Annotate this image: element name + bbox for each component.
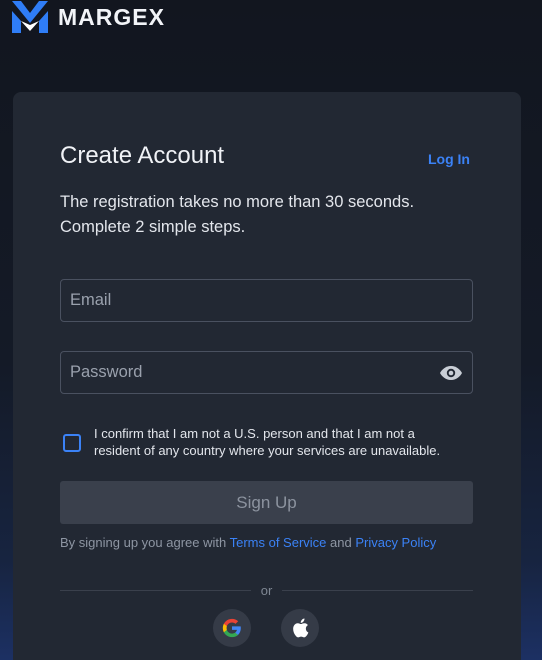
subtitle-line-1: The registration takes no more than 30 s… <box>60 193 415 211</box>
brand-header: MARGEX <box>12 0 165 34</box>
or-label: or <box>260 583 273 598</box>
divider-line-left <box>60 590 251 591</box>
or-divider: or <box>60 583 473 598</box>
subtitle-line-2: Complete 2 simple steps. <box>60 218 246 236</box>
confirm-line-1: I confirm that I am not a U.S. person an… <box>94 426 415 441</box>
confirm-label: I confirm that I am not a U.S. person an… <box>94 425 440 459</box>
terms-agreement: By signing up you agree with Terms of Se… <box>60 535 480 550</box>
card-header: Create Account Log In <box>60 142 470 170</box>
subtitle: The registration takes no more than 30 s… <box>60 190 480 240</box>
google-icon <box>222 618 241 638</box>
password-input[interactable] <box>70 363 439 382</box>
apple-signup-button[interactable] <box>281 609 319 647</box>
page-title: Create Account <box>60 142 225 169</box>
terms-of-service-link[interactable]: Terms of Service <box>230 535 327 550</box>
password-field[interactable] <box>60 351 473 394</box>
agree-prefix: By signing up you agree with <box>60 535 230 550</box>
google-signup-button[interactable] <box>213 609 251 647</box>
brand-name: MARGEX <box>58 3 165 30</box>
sign-up-button[interactable]: Sign Up <box>60 481 473 524</box>
confirm-line-2: resident of any country where your servi… <box>94 443 441 458</box>
signup-card: Create Account Log In The registration t… <box>13 92 521 660</box>
login-link[interactable]: Log In <box>428 151 470 167</box>
apple-icon <box>293 618 309 638</box>
us-person-confirmation: I confirm that I am not a U.S. person an… <box>63 425 478 459</box>
email-input[interactable] <box>70 291 463 310</box>
agree-and: and <box>326 535 356 550</box>
divider-line-right <box>282 590 473 591</box>
margex-logo-icon[interactable] <box>12 1 48 33</box>
eye-icon[interactable] <box>439 361 463 385</box>
privacy-policy-link[interactable]: Privacy Policy <box>355 535 436 550</box>
email-field[interactable] <box>60 279 473 322</box>
confirm-checkbox[interactable] <box>63 434 81 452</box>
